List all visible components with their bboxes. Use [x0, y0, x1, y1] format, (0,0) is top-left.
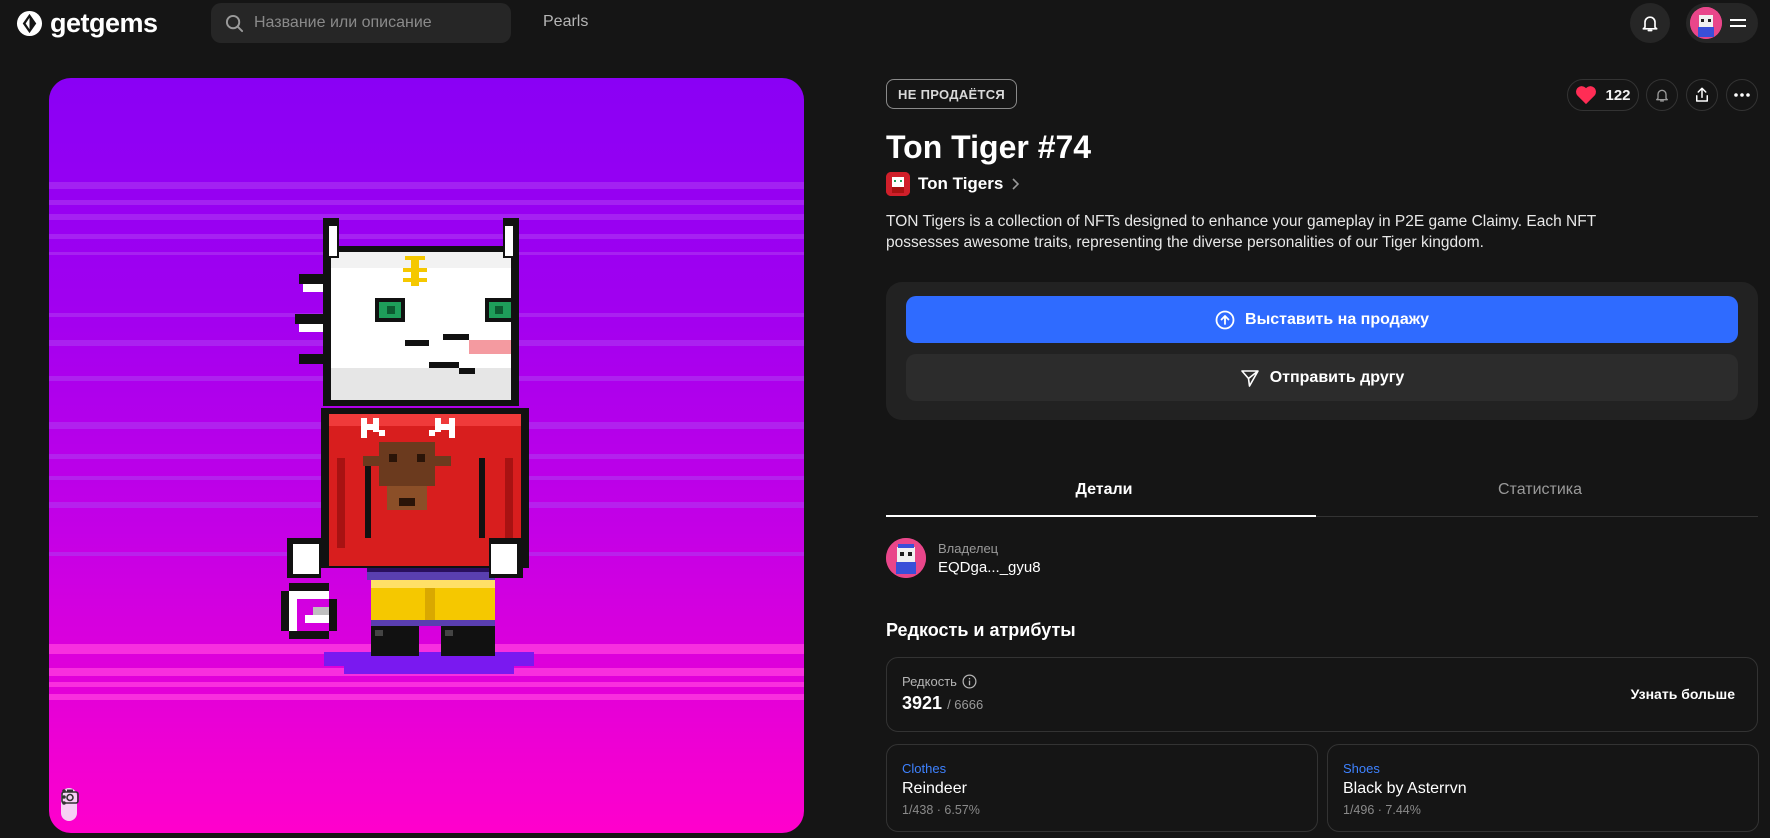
bell-icon	[1642, 16, 1658, 32]
rarity-rank-value: 3921	[902, 693, 943, 713]
tab-statistics[interactable]: Статистика	[1322, 481, 1758, 499]
like-count: 122	[1605, 86, 1631, 104]
nav-link-pearls[interactable]: Pearls	[543, 13, 588, 31]
nft-artwork[interactable]	[49, 78, 804, 833]
details-tabs: Детали Статистика	[886, 470, 1758, 517]
owner-label: Владелец	[938, 540, 999, 556]
avatar-image	[1690, 7, 1722, 39]
send-icon	[1240, 369, 1259, 387]
more-horizontal-icon	[1734, 93, 1750, 97]
collection-name: Ton Tigers	[918, 174, 1004, 193]
owner-address[interactable]: EQDga..._gyu8	[938, 559, 1041, 576]
sale-status-badge: НЕ ПРОДАЁТСЯ	[886, 79, 1018, 109]
owner-text: Владелец EQDga..._gyu8	[938, 541, 1041, 576]
search-icon	[225, 14, 244, 32]
attribute-card-clothes[interactable]: Clothes Reindeer 1/438 · 6.57%	[886, 744, 1318, 832]
more-vertical-icon[interactable]	[61, 788, 67, 806]
ton-tiger-pixel-art	[49, 182, 804, 700]
share-icon	[1696, 87, 1708, 102]
send-to-friend-button[interactable]: Отправить другу	[906, 354, 1738, 401]
rarity-total: / 6666	[947, 697, 984, 712]
rarity-label-text: Редкость	[902, 674, 957, 689]
attribute-rarity: 1/496 · 7.44%	[1343, 803, 1421, 817]
attribute-type: Clothes	[902, 761, 947, 776]
owner-info[interactable]: Владелец EQDga..._gyu8	[886, 538, 1041, 578]
send-to-friend-label: Отправить другу	[1269, 368, 1405, 386]
rarity-card: Редкость 3921 / 6666 Узнать больше	[886, 657, 1758, 732]
bell-icon	[1656, 89, 1668, 102]
brand-name: getgems	[50, 7, 158, 38]
arrow-up-circle-icon	[1215, 310, 1235, 329]
menu-icon	[1730, 19, 1746, 27]
getgems-logo-icon	[16, 10, 43, 36]
share-button[interactable]	[1686, 79, 1718, 111]
top-bar: getgems Pearls	[0, 0, 1770, 46]
rarity-label: Редкость	[902, 674, 977, 689]
profile-menu-button[interactable]	[1686, 3, 1758, 43]
attribute-type: Shoes	[1343, 761, 1380, 776]
heart-icon	[1576, 86, 1597, 105]
attribute-rarity: 1/438 · 6.57%	[902, 803, 980, 817]
nft-title: Ton Tiger #74	[886, 129, 1092, 165]
artwork-toolbar	[61, 788, 79, 821]
collection-avatar	[886, 172, 910, 196]
rarity-section-title: Редкость и атрибуты	[886, 620, 1076, 640]
search-input[interactable]	[254, 14, 494, 32]
chevron-right-icon	[1012, 178, 1020, 190]
nft-description: TON Tigers is a collection of NFTs desig…	[886, 213, 1596, 251]
learn-more-button[interactable]: Узнать больше	[1631, 686, 1735, 702]
collection-link[interactable]: Ton Tigers	[886, 172, 1020, 196]
list-for-sale-label: Выставить на продажу	[1245, 310, 1429, 328]
notifications-button[interactable]	[1630, 3, 1670, 43]
rarity-rank: 3921 / 6666	[902, 693, 983, 714]
list-for-sale-button[interactable]: Выставить на продажу	[906, 296, 1738, 343]
info-icon[interactable]	[962, 674, 977, 689]
subscribe-button[interactable]	[1646, 79, 1678, 111]
owner-avatar	[886, 538, 926, 578]
brand-logo[interactable]: getgems	[16, 6, 158, 40]
tab-details[interactable]: Детали	[886, 481, 1322, 499]
like-button[interactable]: 122	[1567, 79, 1639, 111]
avatar	[1690, 7, 1722, 39]
attribute-card-shoes[interactable]: Shoes Black by Asterrvn 1/496 · 7.44%	[1327, 744, 1759, 832]
search-bar[interactable]	[211, 3, 511, 43]
active-tab-indicator	[886, 515, 1316, 517]
more-options-button[interactable]	[1726, 79, 1758, 111]
attribute-value: Black by Asterrvn	[1343, 780, 1467, 797]
attribute-value: Reindeer	[902, 780, 967, 797]
